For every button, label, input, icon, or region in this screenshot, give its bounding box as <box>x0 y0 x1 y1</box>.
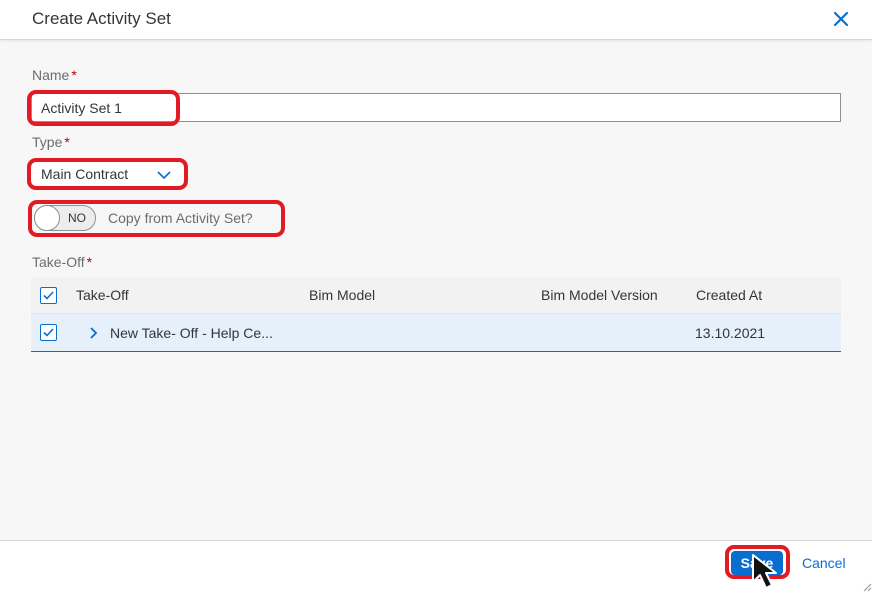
row-takeoff-name: New Take- Off - Help Ce... <box>110 325 273 341</box>
row-created-at: 13.10.2021 <box>695 325 766 341</box>
name-label-text: Name <box>32 67 70 83</box>
close-button[interactable] <box>828 6 854 32</box>
copy-from-activity-set-toggle[interactable]: NO <box>34 205 96 231</box>
type-select-value: Main Contract <box>41 166 129 182</box>
cancel-button[interactable]: Cancel <box>796 551 852 575</box>
select-all-checkbox[interactable] <box>40 287 57 304</box>
column-header-created-at[interactable]: Created At <box>696 287 762 303</box>
takeoff-label: Take-Off * <box>32 254 92 270</box>
name-label: Name * <box>32 67 77 83</box>
takeoff-label-text: Take-Off <box>32 254 85 270</box>
save-button[interactable]: Save <box>731 551 783 575</box>
row-checkbox[interactable] <box>40 324 57 341</box>
required-mark: * <box>86 254 93 270</box>
dialog-title: Create Activity Set <box>32 9 171 28</box>
close-icon <box>833 11 849 27</box>
chevron-down-icon <box>157 171 171 180</box>
toggle-state-text: NO <box>68 211 86 225</box>
checkmark-icon <box>43 291 54 300</box>
column-header-bim-model[interactable]: Bim Model <box>309 287 375 303</box>
takeoff-table: Take-Off Bim Model Bim Model Version Cre… <box>31 277 841 352</box>
toggle-knob <box>34 205 60 231</box>
resize-handle-icon[interactable] <box>862 582 872 592</box>
table-row[interactable]: New Take- Off - Help Ce... 13.10.2021 <box>31 314 841 352</box>
column-header-takeoff[interactable]: Take-Off <box>76 287 129 303</box>
required-mark: * <box>64 134 70 150</box>
name-input[interactable] <box>31 93 841 122</box>
type-label: Type * <box>32 134 70 150</box>
table-header: Take-Off Bim Model Bim Model Version Cre… <box>31 277 841 314</box>
dialog-header: Create Activity Set <box>0 0 872 40</box>
checkmark-icon <box>43 328 54 337</box>
type-label-text: Type <box>32 134 63 150</box>
column-header-bim-model-version[interactable]: Bim Model Version <box>541 287 658 303</box>
required-mark: * <box>71 67 77 83</box>
copy-from-activity-set-label: Copy from Activity Set? <box>108 210 253 226</box>
type-select[interactable]: Main Contract <box>32 161 184 187</box>
chevron-right-icon[interactable] <box>87 325 101 341</box>
